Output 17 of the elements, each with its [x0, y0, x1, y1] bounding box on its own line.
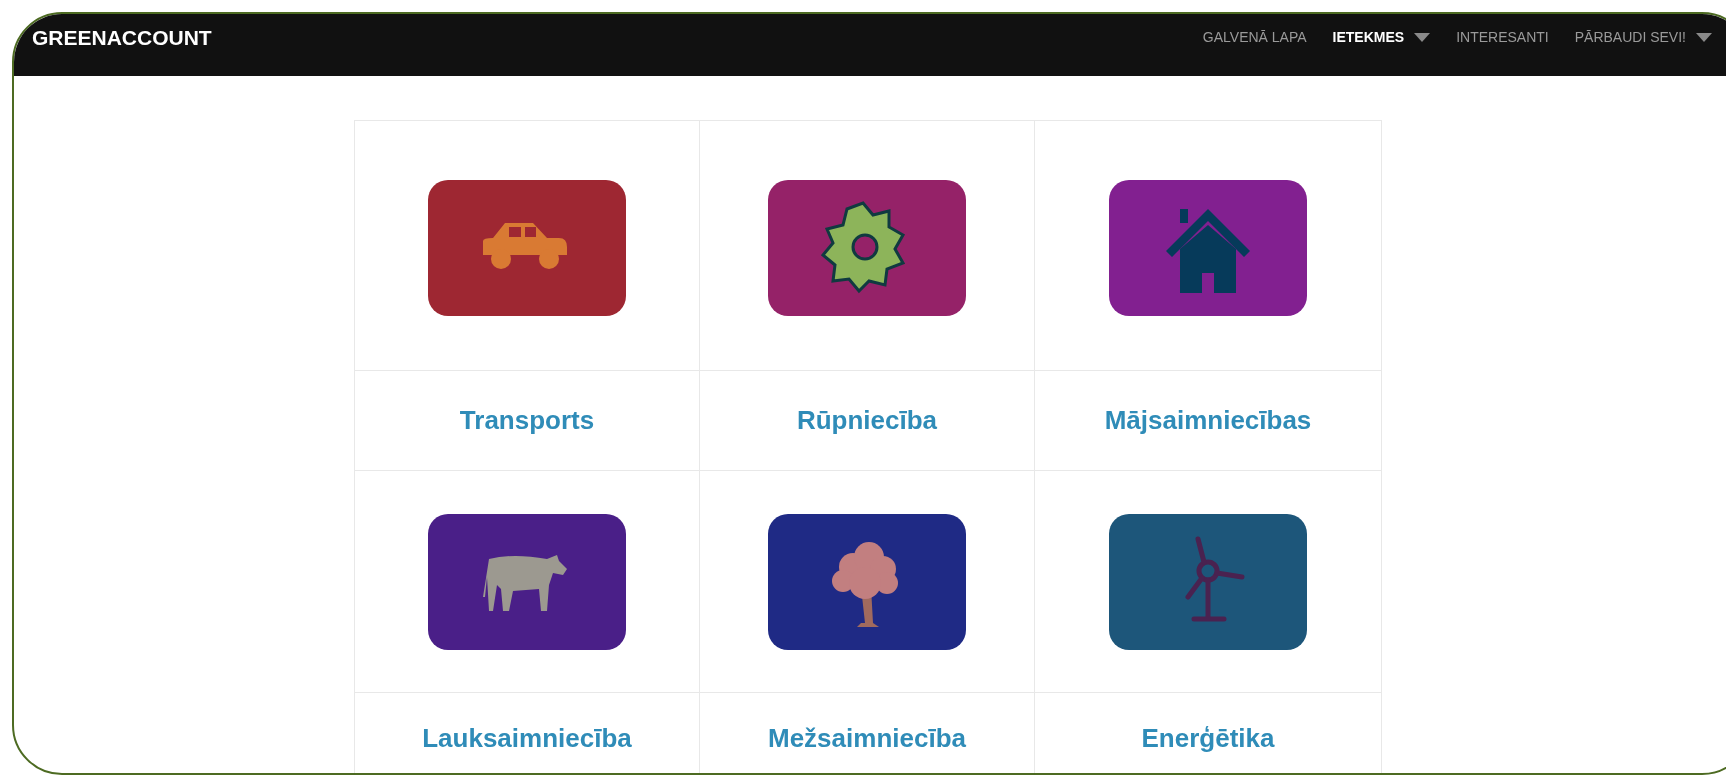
nav-link[interactable]: GALVENĀ LAPA: [1202, 27, 1307, 48]
category-tile[interactable]: [428, 179, 626, 316]
category-tile[interactable]: [428, 513, 626, 650]
category-link[interactable]: Mežsaimniecība: [768, 718, 966, 758]
category-tile[interactable]: [768, 179, 966, 316]
nav-link[interactable]: PĀRBAUDI SEVI!: [1574, 27, 1712, 48]
category-tile[interactable]: [1109, 513, 1307, 650]
category-link[interactable]: Mājsaimniecības: [1104, 401, 1312, 440]
category-link[interactable]: Rūpniecība: [796, 401, 938, 440]
category-link[interactable]: Transports: [459, 401, 595, 440]
brand-logo[interactable]: GREENACCOUNT: [32, 22, 212, 54]
category-tile[interactable]: [1109, 179, 1307, 316]
category-link[interactable]: Enerģētika: [1141, 718, 1275, 758]
nav-link[interactable]: IETEKMES: [1332, 27, 1431, 48]
nav-link[interactable]: INTERESANTI: [1456, 27, 1549, 48]
category-tile[interactable]: [768, 513, 966, 650]
category-link[interactable]: Lauksaimniecība: [422, 718, 632, 758]
